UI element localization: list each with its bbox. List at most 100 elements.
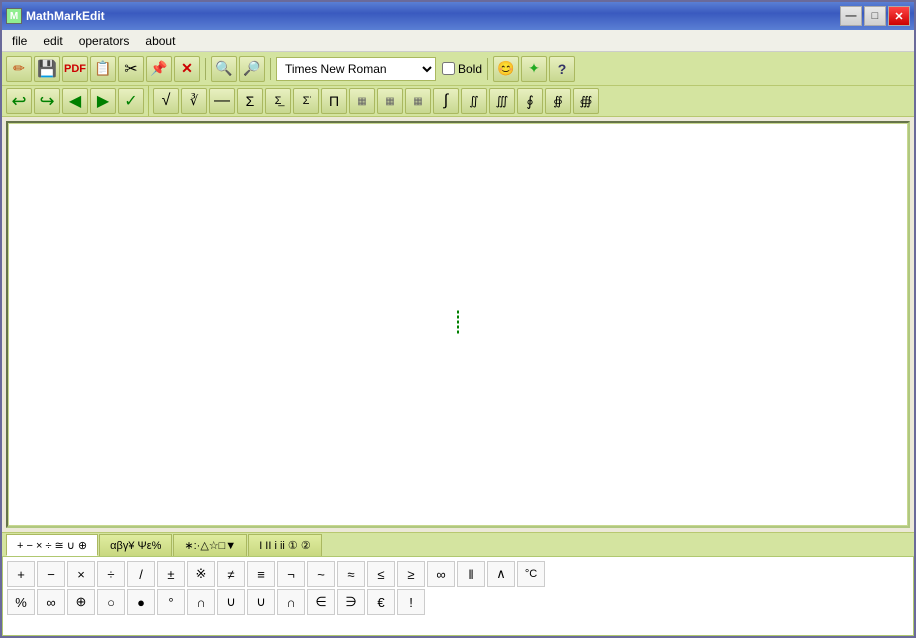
star-button[interactable]: ✦ [521, 56, 547, 82]
sym-infty2[interactable]: ∞ [37, 589, 65, 615]
pencil-button[interactable]: ✏ [6, 56, 32, 82]
maximize-button[interactable]: □ [864, 6, 886, 26]
title-buttons: — □ ✕ [840, 6, 910, 26]
delete-button[interactable]: ✕ [174, 56, 200, 82]
symbol-panel: + − × ÷ / ± ※ ≠ ≡ ¬ ~ ≈ ≤ ≥ ∞ ‖ ∧ °C % ∞… [2, 556, 914, 636]
integral1-button[interactable]: ∫ [433, 88, 459, 114]
symbol-row-2: % ∞ ⊕ ○ ● ° ∩ ∪ ∪ ∩ ∈ ∋ € ! [7, 589, 909, 615]
bold-checkbox[interactable] [442, 62, 455, 75]
editor-area[interactable] [6, 121, 910, 528]
cursor [452, 310, 464, 339]
forward-button[interactable]: ▶ [90, 88, 116, 114]
tab-greek[interactable]: αβγ¥ Ψε% [99, 534, 172, 556]
minimize-button[interactable]: — [840, 6, 862, 26]
sym-pm[interactable]: ± [157, 561, 185, 587]
app-icon: M [6, 8, 22, 24]
menu-about[interactable]: about [137, 32, 183, 50]
sym-cap[interactable]: ∩ [187, 589, 215, 615]
tab-special[interactable]: ∗:·△☆□▼ [173, 534, 247, 556]
check-button[interactable]: ✓ [118, 88, 144, 114]
symbol-row-1: + − × ÷ / ± ※ ≠ ≡ ¬ ~ ≈ ≤ ≥ ∞ ‖ ∧ °C [7, 561, 909, 587]
sum3-button[interactable]: Σ̈ [293, 88, 319, 114]
sym-norm[interactable]: ‖ [457, 561, 485, 587]
sym-infty[interactable]: ∞ [427, 561, 455, 587]
window-title: MathMarkEdit [26, 9, 105, 23]
save-button[interactable]: 💾 [34, 56, 60, 82]
sym-approx[interactable]: ≈ [337, 561, 365, 587]
sym-cup[interactable]: ∪ [217, 589, 245, 615]
integral2-button[interactable]: ∬ [461, 88, 487, 114]
tab-roman[interactable]: I II i ii ① ② [248, 534, 322, 556]
combined-toolbar: ↩ ↪ ◀ ▶ ✓ √ ∛ — Σ Σ̲ Σ̈ Π ▦ ▦ ▦ ∫ ∬ ∭ [2, 86, 914, 117]
symbol-tabs: + − × ÷ ≅ ∪ ⊕ αβγ¥ Ψε% ∗:·△☆□▼ I II i ii… [2, 532, 914, 556]
sym-geq[interactable]: ≥ [397, 561, 425, 587]
sum1-button[interactable]: Σ [237, 88, 263, 114]
paste-button[interactable]: 📌 [146, 56, 172, 82]
menu-bar: file edit operators about [2, 30, 914, 52]
matrix1-button[interactable]: ▦ [349, 88, 375, 114]
matrix3-button[interactable]: ▦ [405, 88, 431, 114]
matrix2-button[interactable]: ▦ [377, 88, 403, 114]
sym-bullet[interactable]: ● [127, 589, 155, 615]
product-button[interactable]: Π [321, 88, 347, 114]
sym-percent[interactable]: % [7, 589, 35, 615]
menu-operators[interactable]: operators [71, 32, 138, 50]
sym-cap2[interactable]: ∩ [277, 589, 305, 615]
sym-cup2[interactable]: ∪ [247, 589, 275, 615]
cut-button[interactable]: ✂ [118, 56, 144, 82]
close-button[interactable]: ✕ [888, 6, 910, 26]
undo-button[interactable]: ↩ [6, 88, 32, 114]
math-toolbar: √ ∛ — Σ Σ̲ Σ̈ Π ▦ ▦ ▦ ∫ ∬ ∭ ∮ ∯ ∰ [149, 86, 914, 116]
sym-and[interactable]: ∧ [487, 561, 515, 587]
main-toolbar: ✏ 💾 PDF 📋 ✂ 📌 ✕ 🔍 🔎 Times New Roman Aria… [2, 52, 914, 86]
title-bar-left: M MathMarkEdit [6, 8, 105, 24]
menu-file[interactable]: file [4, 32, 35, 50]
editor-canvas[interactable] [8, 123, 908, 526]
menu-edit[interactable]: edit [35, 32, 70, 50]
sym-times[interactable]: × [67, 561, 95, 587]
sym-tilde[interactable]: ~ [307, 561, 335, 587]
zoom-out-button[interactable]: 🔎 [239, 56, 265, 82]
sym-excl[interactable]: ! [397, 589, 425, 615]
sym-euro[interactable]: € [367, 589, 395, 615]
separator-2 [270, 58, 271, 80]
sym-degree-c[interactable]: °C [517, 561, 545, 587]
contour2-button[interactable]: ∯ [545, 88, 571, 114]
title-bar: M MathMarkEdit — □ ✕ [2, 2, 914, 30]
sym-circle-o[interactable]: ○ [97, 589, 125, 615]
help-button[interactable]: ? [549, 56, 575, 82]
sum2-button[interactable]: Σ̲ [265, 88, 291, 114]
sqrt-button[interactable]: √ [153, 88, 179, 114]
sym-equiv[interactable]: ≡ [247, 561, 275, 587]
pdf-button[interactable]: PDF [62, 56, 88, 82]
sym-slash[interactable]: / [127, 561, 155, 587]
contour1-button[interactable]: ∮ [517, 88, 543, 114]
sym-div[interactable]: ÷ [97, 561, 125, 587]
separator-1 [205, 58, 206, 80]
back-button[interactable]: ◀ [62, 88, 88, 114]
smiley-button[interactable]: 😊 [493, 56, 519, 82]
sym-plus[interactable]: + [7, 561, 35, 587]
sym-degree[interactable]: ° [157, 589, 185, 615]
sym-oplus[interactable]: ⊕ [67, 589, 95, 615]
sym-neg[interactable]: ¬ [277, 561, 305, 587]
bold-label: Bold [458, 62, 482, 76]
sym-neq[interactable]: ≠ [217, 561, 245, 587]
contour3-button[interactable]: ∰ [573, 88, 599, 114]
hline-button[interactable]: — [209, 88, 235, 114]
redo-button[interactable]: ↪ [34, 88, 60, 114]
sym-minus[interactable]: − [37, 561, 65, 587]
sym-ni[interactable]: ∋ [337, 589, 365, 615]
sym-leq[interactable]: ≤ [367, 561, 395, 587]
copy-button[interactable]: 📋 [90, 56, 116, 82]
tab-arithmetic[interactable]: + − × ÷ ≅ ∪ ⊕ [6, 534, 98, 556]
integral3-button[interactable]: ∭ [489, 88, 515, 114]
nthroot-button[interactable]: ∛ [181, 88, 207, 114]
sym-in[interactable]: ∈ [307, 589, 335, 615]
main-window: M MathMarkEdit — □ ✕ file edit operators… [0, 0, 916, 638]
font-select[interactable]: Times New Roman Arial Courier New [276, 57, 436, 81]
undo-toolbar: ↩ ↪ ◀ ▶ ✓ [2, 86, 149, 116]
sym-ref[interactable]: ※ [187, 561, 215, 587]
separator-3 [487, 58, 488, 80]
zoom-in-button[interactable]: 🔍 [211, 56, 237, 82]
